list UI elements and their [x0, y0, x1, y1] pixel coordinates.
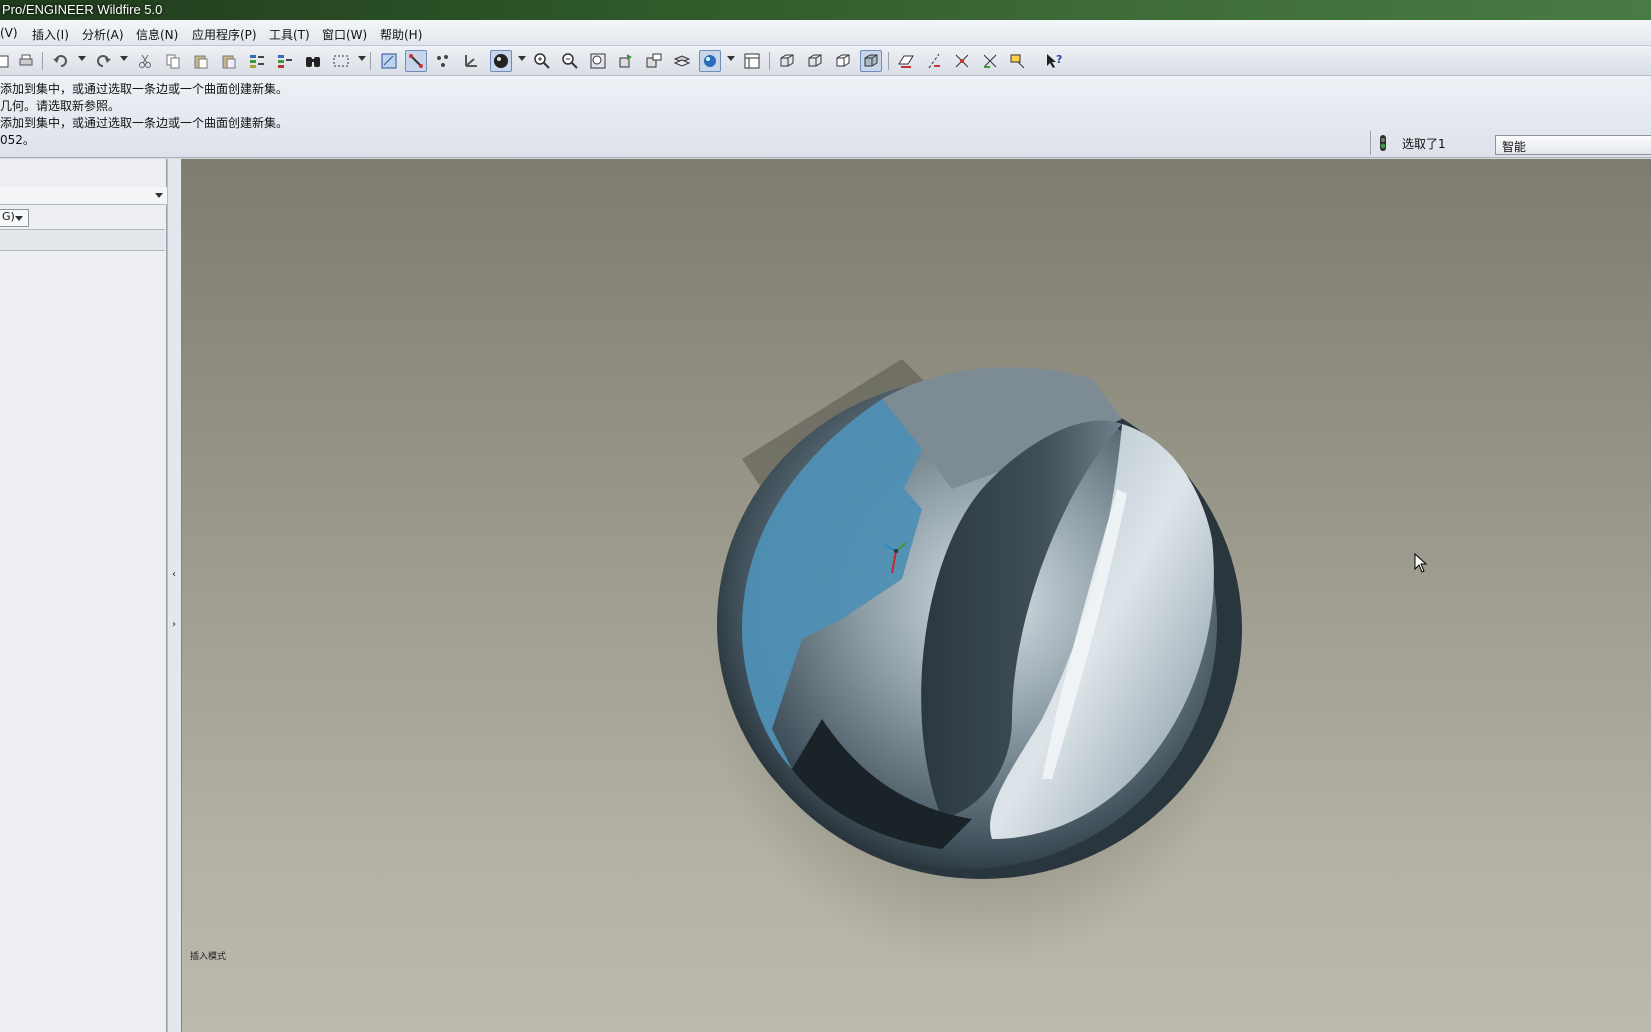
point-display-icon[interactable] — [432, 50, 454, 72]
collapse-left-icon[interactable]: ‹ — [172, 569, 176, 580]
message-line: 添加到集中，或通过选取一条边或一个曲面创建新集。 — [0, 116, 289, 130]
paste-special-icon[interactable] — [218, 50, 240, 72]
chevron-down-icon[interactable] — [155, 193, 163, 198]
selection-filter[interactable]: 智能 — [1495, 135, 1651, 155]
csys-display-icon[interactable] — [460, 50, 482, 72]
menu-window[interactable]: 窗口(W) — [322, 26, 367, 43]
model-tree-panel: G) — [0, 159, 167, 1032]
refit-icon[interactable] — [587, 50, 609, 72]
regen-manager-icon[interactable] — [274, 50, 296, 72]
annotation-icon[interactable] — [1007, 50, 1029, 72]
mouse-cursor-icon — [1414, 553, 1428, 573]
copy-icon[interactable] — [162, 50, 184, 72]
menu-insert[interactable]: 插入(I) — [32, 26, 69, 43]
selection-filter-value: 智能 — [1502, 140, 1527, 154]
graphics-viewport[interactable]: 插入模式 — [182, 159, 1651, 1032]
layers-icon[interactable] — [671, 50, 693, 72]
plane-display-icon[interactable] — [378, 50, 400, 72]
mode-indicator: 插入模式 — [190, 952, 227, 962]
no-hidden-icon[interactable] — [832, 50, 854, 72]
selection-status: 选取了1 — [1402, 137, 1446, 151]
open-icon[interactable] — [0, 50, 14, 72]
message-line: 052。 — [0, 133, 35, 147]
status-light-icon — [1370, 131, 1394, 155]
cut-icon[interactable] — [134, 50, 156, 72]
saved-views-icon[interactable] — [643, 50, 665, 72]
expand-right-icon[interactable]: › — [172, 619, 176, 630]
menu-analysis[interactable]: 分析(A) — [82, 26, 124, 43]
hidden-line-icon[interactable] — [804, 50, 826, 72]
paste-icon[interactable] — [190, 50, 212, 72]
svg-text:?: ? — [1056, 53, 1062, 66]
message-line: 添加到集中，或通过选取一条边或一个曲面创建新集。 — [0, 82, 289, 96]
menu-applications[interactable]: 应用程序(P) — [192, 26, 257, 43]
message-line: 几何。请选取新参照。 — [0, 99, 121, 113]
context-help-icon[interactable]: ? — [1043, 50, 1065, 72]
zoom-out-icon[interactable] — [559, 50, 581, 72]
undo-icon[interactable] — [50, 50, 72, 72]
title-bar: Pro/ENGINEER Wildfire 5.0 — [0, 0, 1651, 20]
datum-point-icon[interactable] — [951, 50, 973, 72]
datum-plane-icon[interactable] — [895, 50, 917, 72]
window-title: Pro/ENGINEER Wildfire 5.0 — [2, 2, 163, 17]
menu-bar: (V) 插入(I) 分析(A) 信息(N) 应用程序(P) 工具(T) 窗口(W… — [0, 20, 1651, 46]
model-render — [707, 359, 1247, 969]
model-tree-row[interactable] — [0, 229, 165, 251]
csys-icon[interactable] — [979, 50, 1001, 72]
wireframe-icon[interactable] — [776, 50, 798, 72]
proe-window: Pro/ENGINEER Wildfire 5.0 (V) 插入(I) 分析(A… — [0, 0, 1651, 1032]
model-tree-header[interactable] — [0, 187, 167, 205]
menu-tools[interactable]: 工具(T) — [269, 26, 310, 43]
reorient-icon[interactable] — [615, 50, 637, 72]
shaded-icon[interactable] — [860, 50, 882, 72]
shading-icon[interactable] — [490, 50, 512, 72]
main-toolbar: ? — [0, 46, 1651, 76]
menu-view[interactable]: (V) — [0, 26, 18, 40]
regenerate-icon[interactable] — [246, 50, 268, 72]
select-box-icon[interactable] — [330, 50, 352, 72]
chevron-down-icon[interactable] — [15, 216, 23, 221]
tree-filter-combo[interactable]: G) — [0, 209, 29, 227]
panel-splitter[interactable]: ‹ › — [167, 159, 182, 1032]
appearance-icon[interactable] — [699, 50, 721, 72]
menu-info[interactable]: 信息(N) — [136, 26, 178, 43]
axis-display-icon[interactable] — [405, 50, 427, 72]
find-icon[interactable] — [302, 50, 324, 72]
print-icon[interactable] — [15, 50, 37, 72]
tree-filter-value: G) — [2, 210, 15, 223]
menu-help[interactable]: 帮助(H) — [380, 26, 422, 43]
zoom-in-icon[interactable] — [531, 50, 553, 72]
redo-icon[interactable] — [92, 50, 114, 72]
datum-axis-icon[interactable] — [923, 50, 945, 72]
view-manager-icon[interactable] — [741, 50, 763, 72]
